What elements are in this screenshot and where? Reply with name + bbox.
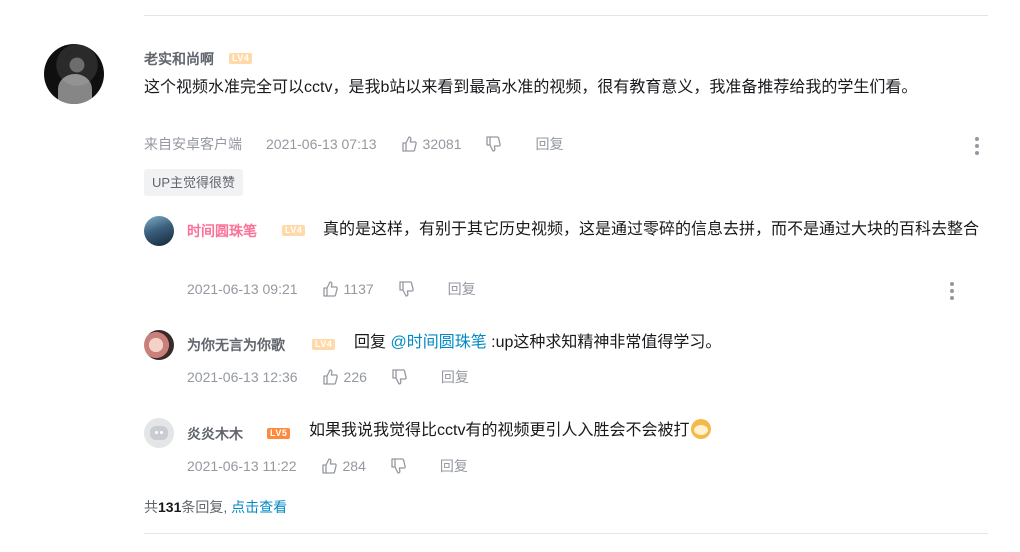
reply-text-body: 真的是这样，有别于其它历史视频，这是通过零碎的信息去拼，而不是通过大块的百科去整… — [323, 221, 980, 238]
thumb-down-icon — [399, 281, 414, 297]
reply-text: 回复 @时间圆珠笔 :up这种求知精神非常值得学习。 — [354, 330, 721, 355]
reply-timestamp: 2021-06-13 09:21 — [187, 281, 298, 297]
default-avatar-icon — [150, 426, 168, 440]
thumb-up-icon — [322, 369, 338, 385]
like-button[interactable]: 1137 — [322, 281, 374, 297]
footer-suffix: 条回复, — [181, 499, 228, 515]
reply-meta: 2021-06-13 11:22 284 回复 — [187, 456, 492, 476]
like-button[interactable]: 32081 — [401, 136, 462, 152]
up-liked-badge: UP主觉得很赞 — [144, 169, 244, 196]
more-vertical-icon[interactable] — [950, 282, 954, 300]
avatar[interactable] — [144, 330, 174, 360]
reply-timestamp: 2021-06-13 12:36 — [187, 369, 298, 385]
reply-text: 真的是这样，有别于其它历史视频，这是通过零碎的信息去拼，而不是通过大块的百科去整… — [187, 217, 982, 242]
reply-text-body: :up这种求知精神非常值得学习。 — [486, 334, 722, 351]
dislike-button[interactable] — [391, 369, 413, 385]
more-vertical-icon[interactable] — [975, 137, 979, 155]
level-badge: LV4 — [312, 339, 336, 350]
comment-timestamp: 2021-06-13 07:13 — [266, 136, 377, 152]
comment-source: 来自安卓客户端 — [144, 136, 242, 152]
reply-meta: 2021-06-13 12:36 226 回复 — [187, 367, 493, 387]
reply-meta: 2021-06-13 09:21 1137 回复 — [187, 279, 500, 299]
avatar-eye — [160, 431, 163, 434]
thumb-down-icon — [392, 369, 407, 385]
like-count: 284 — [342, 458, 366, 474]
reply-prefix: 回复 — [354, 334, 391, 351]
dislike-button[interactable] — [398, 281, 420, 297]
reply-timestamp: 2021-06-13 11:22 — [187, 458, 297, 474]
reply-count-footer: 共131条回复, 点击查看 — [144, 497, 287, 517]
comment-meta: 来自安卓客户端 2021-06-13 07:13 32081 回复 — [144, 134, 587, 154]
reply-text-body: 如果我说我觉得比cctv有的视频更引人入胜会不会被打 — [309, 422, 690, 439]
thumb-down-icon — [391, 458, 406, 474]
username[interactable]: 为你无言为你歌 — [187, 335, 285, 355]
thumb-up-icon — [321, 458, 337, 474]
doge-emoji-icon — [691, 419, 712, 439]
reply-text: 如果我说我觉得比cctv有的视频更引人入胜会不会被打 — [309, 418, 712, 443]
username[interactable]: 老实和尚啊 — [144, 49, 214, 69]
view-all-replies-link[interactable]: 点击查看 — [231, 499, 287, 515]
avatar[interactable] — [144, 418, 174, 448]
reply-button[interactable]: 回复 — [441, 367, 469, 387]
avatar-eye — [155, 431, 158, 434]
like-count: 226 — [343, 369, 367, 385]
reply-button[interactable]: 回复 — [440, 456, 468, 476]
thumb-down-icon — [486, 136, 502, 152]
username[interactable]: 炎炎木木 — [187, 424, 243, 444]
dislike-button[interactable] — [485, 136, 507, 152]
reply-count: 131 — [158, 499, 182, 515]
like-button[interactable]: 226 — [322, 369, 367, 385]
reply-button[interactable]: 回复 — [448, 279, 476, 299]
like-button[interactable]: 284 — [321, 458, 366, 474]
avatar[interactable] — [44, 44, 104, 104]
top-divider — [144, 15, 988, 16]
level-badge: LV5 — [267, 428, 291, 439]
comment-text: 这个视频水准完全可以cctv，是我b站以来看到最高水准的视频，很有教育意义，我准… — [144, 79, 918, 96]
like-count: 1137 — [343, 281, 374, 297]
footer-prefix: 共 — [144, 499, 158, 515]
mention-link[interactable]: @时间圆珠笔 — [390, 334, 486, 351]
thumb-up-icon — [322, 281, 338, 297]
dislike-button[interactable] — [390, 458, 412, 474]
thumb-up-icon — [401, 136, 417, 152]
like-count: 32081 — [422, 136, 462, 152]
level-badge: LV4 — [229, 53, 253, 64]
bottom-divider — [144, 533, 988, 534]
avatar[interactable] — [144, 216, 174, 246]
reply-button[interactable]: 回复 — [535, 134, 563, 154]
